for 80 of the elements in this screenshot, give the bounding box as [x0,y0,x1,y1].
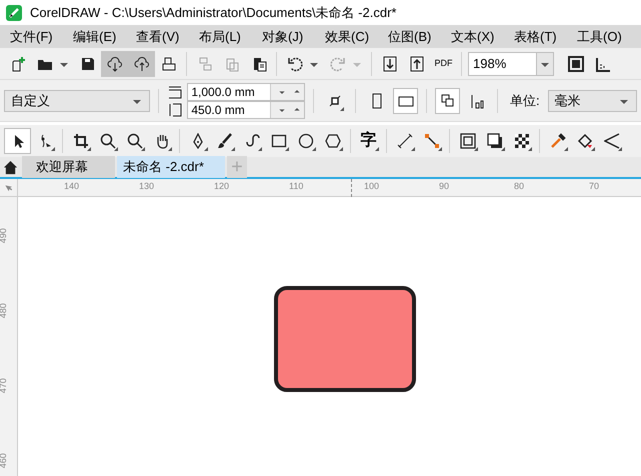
menu-item[interactable]: 表格(T) [504,26,567,46]
text-tool[interactable]: 字 [355,128,382,154]
page-width-icon [167,84,184,100]
crop-icon [72,133,88,149]
ruler-label: 120 [214,180,230,193]
menu-item[interactable]: 文本(X) [441,26,504,46]
ruler-label: 140 [64,180,80,193]
connector-icon [424,133,440,149]
magnifier-icon [100,133,116,149]
units-dropdown[interactable]: 毫米 [548,90,637,112]
flyout-corner-icon [87,147,91,151]
page-size-dropdown[interactable]: 自定义 [4,90,150,112]
menu-item[interactable]: 编辑(E) [63,26,126,46]
flyout-corner-icon [51,147,55,151]
paint-bucket-icon [576,133,592,149]
curve-icon [244,133,260,149]
flyout-corner-icon [285,147,289,151]
menu-item[interactable]: 效果(C) [315,26,378,46]
ruler-label: 110 [289,180,304,193]
page-height-icon [167,102,184,118]
document-tab[interactable]: 未命名 -2.cdr* [117,156,225,178]
home-icon [2,160,18,174]
page-height-field[interactable]: 450.0 mm [187,100,306,118]
page-width-field[interactable]: 1,000.0 mm [187,82,306,100]
flyout-corner-icon [438,147,442,151]
flyout-corner-icon [411,147,415,151]
ruler-label: 80 [514,180,524,193]
flyout-corner-icon [564,147,568,151]
zoom-combo[interactable]: 198% [468,52,554,76]
menu-item[interactable]: 文件(F) [0,26,63,46]
flyout-corner-icon [474,147,478,151]
flyout-corner-icon [168,147,172,151]
checkerboard-icon [514,133,530,149]
window-title: CorelDRAW - C:\Users\Administrator\Documents\未命名 -2.cdr* [30,4,396,22]
flyout-corner-icon [528,147,532,151]
ruler-label: 130 [139,180,154,193]
flyout-corner-icon [375,147,379,151]
flyout-corner-icon [114,147,118,151]
units-label: 单位: [510,92,540,110]
overlapping-pages-icon [440,92,456,108]
flyout-corner-icon [312,147,316,151]
cloud-upload-button[interactable] [128,50,155,76]
menu-item[interactable]: 位图(B) [378,26,441,46]
ruler-icon [594,56,610,72]
bars-icon [468,92,485,108]
ellipse-icon [298,133,314,149]
flyout-corner-icon [141,147,145,151]
flyout-corner-icon [339,147,343,151]
pick-tool[interactable] [4,128,31,154]
contour-icon [460,133,476,149]
magnifier-icon [126,133,142,149]
menu-item[interactable]: 对象(J) [252,26,315,46]
cloud-download-button[interactable] [101,50,128,76]
ruler-label: 100 [364,180,380,193]
eyedropper-icon [550,133,566,149]
flyout-corner-icon [340,106,344,110]
rectangle-icon [270,133,286,149]
hexagon-icon [324,133,340,149]
spin-up-icon [292,88,301,96]
flyout-corner-icon [618,147,622,151]
pdf-button[interactable]: PDF [430,50,457,76]
page-layout-button[interactable] [435,88,460,114]
menu-item[interactable]: 布局(L) [189,26,252,46]
menu-item[interactable]: 查看(V) [126,26,189,46]
flyout-corner-icon [591,147,595,151]
flyout-corner-icon [258,147,262,151]
brush-icon [216,133,232,149]
drop-shadow-icon [486,133,502,149]
ruler-label: 90 [439,180,450,193]
app-logo-icon [6,4,22,20]
fullscreen-icon [568,56,584,72]
document-tab[interactable]: 欢迎屏幕 [22,156,115,178]
menu-item[interactable]: 工具(O) [567,26,630,46]
dimension-line-icon [396,133,412,149]
flyout-corner-icon [231,147,235,151]
landscape-button[interactable] [393,88,418,114]
flyout-corner-icon [501,147,505,151]
flyout-corner-icon [204,147,208,151]
ruler-label: 70 [589,180,600,193]
spin-up-icon [292,106,301,114]
